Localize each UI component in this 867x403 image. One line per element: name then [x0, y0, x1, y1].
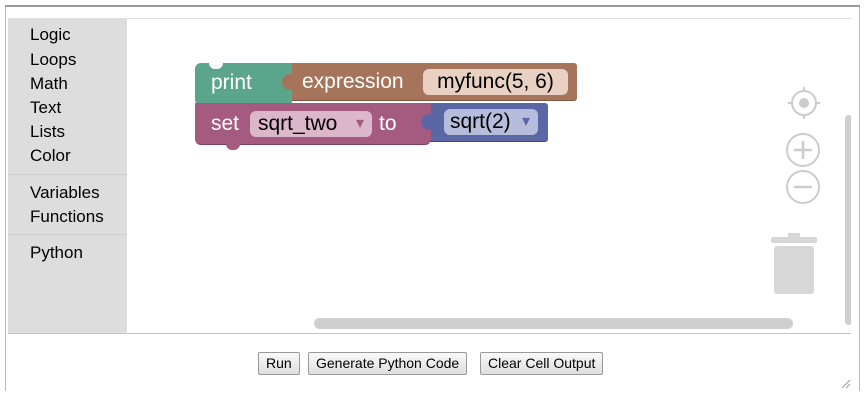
- toolbox-item-logic[interactable]: Logic: [30, 25, 71, 45]
- run-button[interactable]: Run: [258, 352, 300, 375]
- toolbox-item-python[interactable]: Python: [30, 243, 83, 263]
- horizontal-scrollbar[interactable]: [314, 318, 793, 329]
- variable-dropdown[interactable]: sqrt_two ▾: [250, 111, 372, 137]
- button-bar: Run Generate Python Code Clear Cell Outp…: [0, 352, 867, 378]
- expression-value-field[interactable]: myfunc(5, 6): [423, 69, 568, 95]
- input-socket: [421, 114, 431, 130]
- toolbox-separator: [8, 174, 127, 175]
- blockly-workspace[interactable]: Logic Loops Math Text Lists Color Variab…: [8, 18, 851, 334]
- toolbox-item-variables[interactable]: Variables: [30, 183, 100, 203]
- toolbox-item-text[interactable]: Text: [30, 98, 61, 118]
- toolbox-separator: [8, 234, 127, 235]
- dropdown-arrow-icon: ▾: [521, 113, 530, 130]
- expression-block-label: expression: [302, 70, 404, 93]
- resize-handle-icon[interactable]: [841, 379, 851, 389]
- expression-block[interactable]: expression myfunc(5, 6): [287, 63, 577, 101]
- set-variable-block[interactable]: set sqrt_two ▾ to: [195, 103, 431, 150]
- to-label: to: [379, 112, 397, 135]
- toolbox: Logic Loops Math Text Lists Color Variab…: [8, 19, 127, 333]
- toolbox-item-color[interactable]: Color: [30, 146, 71, 166]
- block-notch: [209, 62, 223, 69]
- variable-name: sqrt_two: [258, 112, 338, 135]
- toolbox-item-lists[interactable]: Lists: [30, 122, 65, 142]
- block-bump: [226, 143, 240, 150]
- cell-top-border: [5, 5, 860, 7]
- recenter-icon[interactable]: [786, 85, 822, 121]
- clear-cell-output-button[interactable]: Clear Cell Output: [480, 352, 604, 375]
- toolbox-item-loops[interactable]: Loops: [30, 50, 76, 70]
- input-socket: [282, 74, 292, 90]
- trash-icon[interactable]: [770, 233, 820, 295]
- dropdown-arrow-icon: ▾: [355, 115, 364, 132]
- zoom-out-icon[interactable]: [785, 169, 821, 205]
- set-block-label: set: [211, 112, 240, 135]
- sqrt-dropdown[interactable]: sqrt(2) ▾: [444, 109, 538, 135]
- toolbox-item-math[interactable]: Math: [30, 74, 68, 94]
- sqrt-block[interactable]: sqrt(2) ▾: [429, 103, 548, 142]
- print-block[interactable]: print: [195, 62, 292, 105]
- vertical-scrollbar[interactable]: [845, 115, 851, 325]
- zoom-in-icon[interactable]: [785, 132, 821, 168]
- toolbox-item-functions[interactable]: Functions: [30, 207, 104, 227]
- print-block-label: print: [211, 71, 252, 94]
- sqrt-dropdown-value: sqrt(2): [450, 110, 511, 133]
- generate-python-code-button[interactable]: Generate Python Code: [308, 352, 468, 375]
